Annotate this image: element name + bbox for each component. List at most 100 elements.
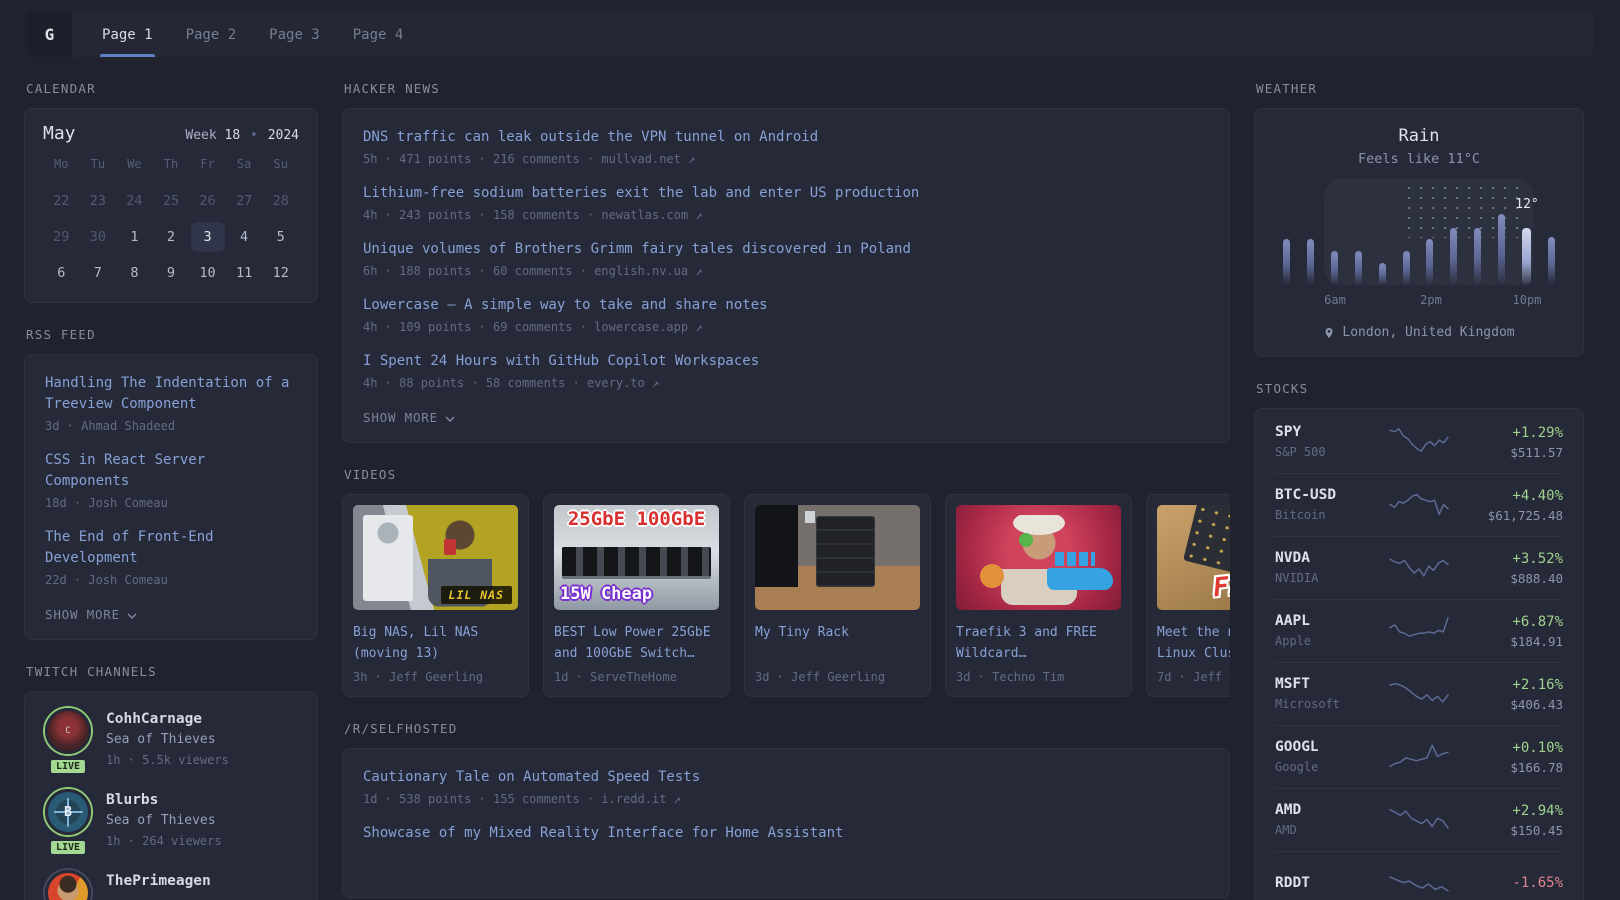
rss-title-link[interactable]: The End of Front-End Development — [45, 527, 297, 569]
stock-row[interactable]: MSFT Microsoft +2.16%$406.43 — [1275, 662, 1563, 725]
video-card[interactable]: Traefik 3 and FREE Wildcard…3d · Techno … — [945, 494, 1132, 697]
calendar-section-label: CALENDAR — [26, 81, 318, 96]
stock-values: +6.87%$184.91 — [1451, 613, 1563, 649]
calendar-day: 2 — [154, 222, 188, 252]
prime-avatar-image — [45, 870, 91, 900]
tab-page-4[interactable]: Page 4 — [351, 12, 406, 57]
thumbnail-decoration — [980, 564, 1004, 588]
twitch-channel-row[interactable]: CLIVE CohhCarnageSea of Thieves1h · 5.5k … — [45, 708, 297, 769]
reddit-widget: Cautionary Tale on Automated Speed Tests… — [342, 748, 1230, 898]
stock-values: +2.16%$406.43 — [1451, 676, 1563, 712]
stock-symbol[interactable]: MSFT — [1275, 675, 1387, 694]
tab-page-2[interactable]: Page 2 — [184, 12, 239, 57]
rss-list: Handling The Indentation of a Treeview C… — [45, 373, 297, 589]
stock-name: Microsoft — [1275, 696, 1387, 713]
rss-title-link[interactable]: Handling The Indentation of a Treeview C… — [45, 373, 297, 415]
weather-bar — [1379, 263, 1386, 285]
stock-values: -1.65% — [1451, 874, 1563, 893]
video-title-link[interactable]: Big NAS, Lil NAS (moving 13) — [353, 622, 518, 664]
twitch-channel-info: CohhCarnageSea of Thieves1h · 5.5k viewe… — [106, 708, 229, 769]
hacker-news-title-link[interactable]: I Spent 24 Hours with GitHub Copilot Wor… — [363, 351, 1209, 372]
tab-page-1[interactable]: Page 1 — [100, 12, 155, 57]
video-card[interactable]: FASTMeet the new KING of Linux Clusters7… — [1146, 494, 1230, 697]
twitch-channel-info: BlurbsSea of Thieves1h · 264 viewers — [106, 789, 222, 850]
stock-symbol[interactable]: BTC-USD — [1275, 486, 1387, 505]
twitch-channel-row[interactable]: BLIVEBlurbsSea of Thieves1h · 264 viewer… — [45, 789, 297, 850]
stock-symbol-block: AAPLApple — [1275, 612, 1387, 650]
stock-row[interactable]: GOOGLGoogle+0.10%$166.78 — [1275, 725, 1563, 788]
stock-row[interactable]: AAPLApple +6.87%$184.91 — [1275, 599, 1563, 662]
stock-symbol[interactable]: NVDA — [1275, 549, 1387, 568]
stock-row[interactable]: BTC-USDBitcoin+4.40%$61,725.48 — [1275, 473, 1563, 536]
hacker-news-title-link[interactable]: DNS traffic can leak outside the VPN tun… — [363, 127, 1209, 148]
calendar-week-info: Week 18 • 2024 — [185, 128, 299, 143]
stock-sparkline — [1387, 488, 1451, 522]
stock-symbol[interactable]: GOOGL — [1275, 738, 1387, 757]
stock-sparkline — [1387, 740, 1451, 774]
show-more-label: SHOW MORE — [363, 410, 438, 425]
rss-show-more-button[interactable]: SHOW MORE — [45, 607, 137, 622]
video-title-link[interactable]: My Tiny Rack — [755, 622, 920, 664]
rss-title-link[interactable]: CSS in React Server Components — [45, 450, 297, 492]
calendar-day: 24 — [117, 186, 151, 216]
twitch-avatar: CLIVE — [45, 708, 91, 769]
rss-section-label: RSS FEED — [26, 327, 318, 342]
middle-column: HACKER NEWS DNS traffic can leak outside… — [342, 57, 1230, 898]
thumbnail-decoration — [562, 547, 711, 579]
video-meta: 3h · Jeff Geerling — [353, 669, 518, 686]
calendar-day: 5 — [264, 222, 298, 252]
weekday-label: We — [116, 156, 153, 172]
calendar-day: 12 — [264, 258, 298, 288]
twitch-channel-name[interactable]: CohhCarnage — [106, 709, 229, 729]
stock-symbol[interactable]: AMD — [1275, 801, 1387, 820]
calendar-day: 29 — [44, 222, 78, 252]
video-title-link[interactable]: Meet the new KING of Linux Clusters — [1157, 622, 1230, 664]
twitch-section-label: TWITCH CHANNELS — [26, 664, 318, 679]
twitch-channel-row[interactable]: ThePrimeagen — [45, 870, 297, 900]
video-card[interactable]: LIL NASBig NAS, Lil NAS (moving 13)3h · … — [342, 494, 529, 697]
twitch-channel-name[interactable]: ThePrimeagen — [106, 871, 211, 891]
weather-bar — [1474, 228, 1481, 285]
rss-item: The End of Front-End Development22d · Jo… — [45, 527, 297, 589]
stock-values: +0.10%$166.78 — [1451, 739, 1563, 775]
stock-symbol[interactable]: AAPL — [1275, 612, 1387, 631]
stocks-list: SPYS&P 500+1.29%$511.57BTC-USDBitcoin+4.… — [1275, 410, 1563, 900]
weekday-label: Sa — [226, 156, 263, 172]
stock-row[interactable]: NVDANVIDIA+3.52%$888.40 — [1275, 536, 1563, 599]
twitch-channel-name[interactable]: Blurbs — [106, 790, 222, 810]
video-card[interactable]: 25GbE 100GbE15W CheapBEST Low Power 25Gb… — [543, 494, 730, 697]
stock-price: $511.57 — [1451, 445, 1563, 460]
weather-time-label: 6am — [1324, 293, 1346, 307]
hacker-news-meta: 4h · 243 points · 158 comments · newatla… — [363, 207, 1209, 224]
weather-location: London, United Kingdom — [1275, 325, 1563, 340]
stock-row[interactable]: AMDAMD+2.94%$150.45 — [1275, 788, 1563, 851]
hacker-news-title-link[interactable]: Lithium-free sodium batteries exit the l… — [363, 183, 1209, 204]
reddit-title-link[interactable]: Cautionary Tale on Automated Speed Tests — [363, 767, 1209, 788]
app-logo[interactable]: G — [27, 12, 73, 57]
calendar-day: 6 — [44, 258, 78, 288]
stock-symbol[interactable]: SPY — [1275, 423, 1387, 442]
weather-section-label: WEATHER — [1256, 81, 1584, 96]
calendar-day: 26 — [191, 186, 225, 216]
thumbnail-text: 25GbE 100GbE — [554, 508, 719, 530]
chevron-down-icon — [445, 416, 455, 422]
weekday-label: Mo — [43, 156, 80, 172]
video-card[interactable]: My Tiny Rack3d · Jeff Geerling — [744, 494, 931, 697]
hacker-news-title-link[interactable]: Lowercase – A simple way to take and sha… — [363, 295, 1209, 316]
stock-symbol[interactable]: RDDT — [1275, 874, 1387, 893]
tab-page-3[interactable]: Page 3 — [267, 12, 322, 57]
stock-values: +3.52%$888.40 — [1451, 550, 1563, 586]
hacker-news-title-link[interactable]: Unique volumes of Brothers Grimm fairy t… — [363, 239, 1209, 260]
video-title-link[interactable]: BEST Low Power 25GbE and 100GbE Switch… — [554, 622, 719, 664]
video-title-link[interactable]: Traefik 3 and FREE Wildcard… — [956, 622, 1121, 664]
page-tabs: Page 1 Page 2 Page 3 Page 4 — [100, 12, 405, 57]
stock-sparkline — [1387, 866, 1451, 900]
reddit-title-link[interactable]: Showcase of my Mixed Reality Interface f… — [363, 823, 1209, 844]
stock-row[interactable]: SPYS&P 500+1.29%$511.57 — [1275, 410, 1563, 473]
weather-bar — [1522, 228, 1531, 285]
weather-chart: 12° — [1275, 193, 1563, 285]
stock-row[interactable]: RDDT -1.65% — [1275, 851, 1563, 900]
hacker-news-meta: 5h · 471 points · 216 comments · mullvad… — [363, 151, 1209, 168]
hacker-news-item: Lithium-free sodium batteries exit the l… — [363, 183, 1209, 224]
hacker-news-show-more-button[interactable]: SHOW MORE — [363, 410, 455, 425]
